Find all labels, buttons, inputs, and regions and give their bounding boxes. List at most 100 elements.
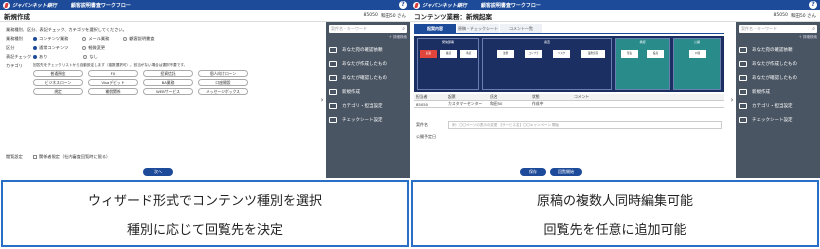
sidebar-item-new[interactable]: 新規作成 <box>739 85 817 99</box>
start-circulation-button[interactable]: 回覧開始 <box>550 168 582 176</box>
advanced-search-link[interactable]: ＋ 詳細検索 <box>329 35 407 40</box>
search-placeholder: 案件名・キーワード <box>741 26 777 31</box>
sidebar-item-category[interactable]: カテゴリ・担当設定 <box>329 99 407 113</box>
sidebar-item-requests[interactable]: あなた宛の確認依頼 <box>739 43 817 57</box>
checkbox-icon <box>33 154 37 159</box>
help-icon[interactable]: ? <box>809 1 817 9</box>
wf-step[interactable]: 役員 <box>647 50 664 58</box>
tab-bar: 起案内容 原稿・チェックシート コメント一覧 <box>414 24 724 34</box>
app-title: 顧客説明書査ワークフロー <box>70 2 131 9</box>
category-chip[interactable]: FX <box>88 70 138 77</box>
draft-form: 起案内容 原稿・チェックシート コメント一覧 発信部署 起案 確認 承認 審査 … <box>410 22 728 178</box>
category-chip[interactable]: メッセージボックス <box>198 88 248 95</box>
search-input[interactable]: 案件名・キーワード ⌕ <box>739 25 817 33</box>
subject-input[interactable]: 例：〇〇ページの表示の変更 【サービス名】〇〇キャンペーン 開始 <box>448 121 722 129</box>
category-chip[interactable]: BA業務 <box>143 79 193 86</box>
wf-group: 承認 部長 役員 <box>615 38 670 90</box>
radio-label: 通常コンテンツ <box>39 44 69 50</box>
search-input[interactable]: 案件名・キーワード ⌕ <box>329 25 407 33</box>
caption-right: 原稿の複数人同時編集可能 回覧先を任意に追加可能 <box>411 180 819 247</box>
radio-contents[interactable]: コンテンツ業務 <box>33 36 68 42</box>
wf-group-head: 発信部署 <box>441 40 454 44</box>
radio-mail[interactable]: メール業務 <box>82 36 109 42</box>
caption-line: ウィザード形式でコンテンツ種別を選択 <box>87 193 322 209</box>
search-icon[interactable]: ⌕ <box>402 26 405 32</box>
category-chip[interactable]: 口座開設 <box>198 79 248 86</box>
sidebar-item-confirmed[interactable]: あなたが確認したもの <box>329 71 407 85</box>
left-screenshot: ジャパンネット銀行 顧客説明書査ワークフロー ? 新規作成 85050 和田50… <box>0 0 410 178</box>
wf-group: 審査 法務 コンプラ リスク 業務企画 <box>482 38 612 90</box>
radio-label: あり <box>39 53 48 59</box>
category-chip[interactable]: 規定 <box>33 88 83 95</box>
edit-icon <box>739 89 747 95</box>
row-label: 区分 <box>6 44 15 50</box>
wf-step[interactable]: リスク <box>553 50 570 58</box>
app-title: 顧客説明書査ワークフロー <box>480 2 541 9</box>
sidebar-item-checksheet[interactable]: チェックシート設定 <box>329 113 407 127</box>
wf-step[interactable]: 部長 <box>621 50 638 58</box>
sidebar-item-category[interactable]: カテゴリ・担当設定 <box>739 99 817 113</box>
radio-review[interactable]: 顧客説明書査 <box>123 36 154 42</box>
field-label: 公開予定日 <box>416 134 436 139</box>
tab-draft[interactable]: 起案内容 <box>414 24 456 33</box>
sidebar-item-label: あなた宛の確認依頼 <box>752 48 793 53</box>
category-chip[interactable]: 個人向けローン <box>198 70 248 77</box>
sidebar-item-label: カテゴリ・担当設定 <box>752 104 793 109</box>
sidebar-item-new[interactable]: 新規作成 <box>329 85 407 99</box>
chevron-right-icon[interactable]: › <box>318 22 326 178</box>
wf-step[interactable]: 業務企画 <box>581 50 605 58</box>
restrict-checkbox[interactable]: 関係者限定（社内審査回覧時に限る） <box>33 154 110 160</box>
sidebar-item-confirmed[interactable]: あなたが確認したもの <box>739 71 817 85</box>
category-chip[interactable]: 補償関係 <box>88 88 138 95</box>
field-label: 案件名 <box>416 122 428 127</box>
sidebar-item-label: あなたが確認したもの <box>342 76 387 81</box>
table-row[interactable]: 85050 カスタマーセンター 和田50 作成中 <box>414 101 724 108</box>
next-button[interactable]: 次へ <box>143 168 173 176</box>
sidebar-item-created[interactable]: あなたが作成したもの <box>739 57 817 71</box>
chevron-right-icon[interactable]: › <box>728 22 736 178</box>
wf-step[interactable]: コンプラ <box>525 50 542 58</box>
wf-step[interactable]: 確認 <box>440 50 457 58</box>
wf-step[interactable]: 承認 <box>460 50 477 58</box>
folder-icon <box>329 75 337 81</box>
radio-no[interactable]: なし <box>83 54 98 60</box>
search-icon[interactable]: ⌕ <box>812 26 815 32</box>
table-cell: 和田50 <box>490 101 503 106</box>
tab-comments[interactable]: コメント一覧 <box>500 24 542 33</box>
radio-minor[interactable]: 軽微変更 <box>82 45 105 51</box>
radio-icon <box>82 45 87 50</box>
category-chip[interactable]: 普通預金 <box>33 70 83 77</box>
category-chip[interactable]: ビジネスローン <box>33 79 83 86</box>
sidebar-item-label: あなたが作成したもの <box>342 62 387 67</box>
wf-step[interactable]: 起案 <box>420 50 437 58</box>
sidebar-item-requests[interactable]: あなた宛の確認依頼 <box>329 43 407 57</box>
category-chip[interactable]: Visaデビット <box>88 79 138 86</box>
wf-group: 公開 公開 <box>673 38 721 90</box>
logo-text: ジャパンネット銀行 <box>422 2 467 9</box>
help-icon[interactable]: ? <box>399 1 407 9</box>
sidebar-item-label: あなた宛の確認依頼 <box>342 48 383 53</box>
user-info: 85050 和田50 さん <box>364 13 406 19</box>
table-cell: 作成中 <box>532 101 544 106</box>
tab-manuscript[interactable]: 原稿・チェックシート <box>457 24 499 33</box>
row-label: 閲覧設定 <box>6 153 23 159</box>
sidebar-item-checksheet[interactable]: チェックシート設定 <box>739 113 817 127</box>
caption-line: 回覧先を任意に追加可能 <box>543 222 687 238</box>
user-name: 和田50 さん <box>380 13 406 19</box>
row-label: 業務種別 <box>6 35 23 41</box>
caption-line: 原稿の複数人同時編集可能 <box>536 193 693 209</box>
sidebar: 案件名・キーワード ⌕ ＋ 詳細検索 あなた宛の確認依頼 あなたが作成したもの あ… <box>736 22 820 178</box>
category-chip[interactable]: 投資信託 <box>143 70 193 77</box>
app-header: ジャパンネット銀行 顧客説明書査ワークフロー ? <box>410 0 820 10</box>
radio-normal[interactable]: 通常コンテンツ <box>33 45 68 51</box>
wf-step[interactable]: 法務 <box>497 50 514 58</box>
user-name: 和田50 さん <box>790 13 816 19</box>
wf-step[interactable]: 公開 <box>689 50 706 58</box>
sidebar-item-created[interactable]: あなたが作成したもの <box>329 57 407 71</box>
save-button[interactable]: 保存 <box>520 168 546 176</box>
page-title: コンテンツ業務：新規起案 <box>414 12 492 21</box>
row-label: カテゴリ <box>6 62 23 68</box>
radio-yes[interactable]: あり <box>33 54 47 60</box>
advanced-search-link[interactable]: ＋ 詳細検索 <box>739 35 817 40</box>
category-chip[interactable]: WEBサービス <box>143 88 193 95</box>
